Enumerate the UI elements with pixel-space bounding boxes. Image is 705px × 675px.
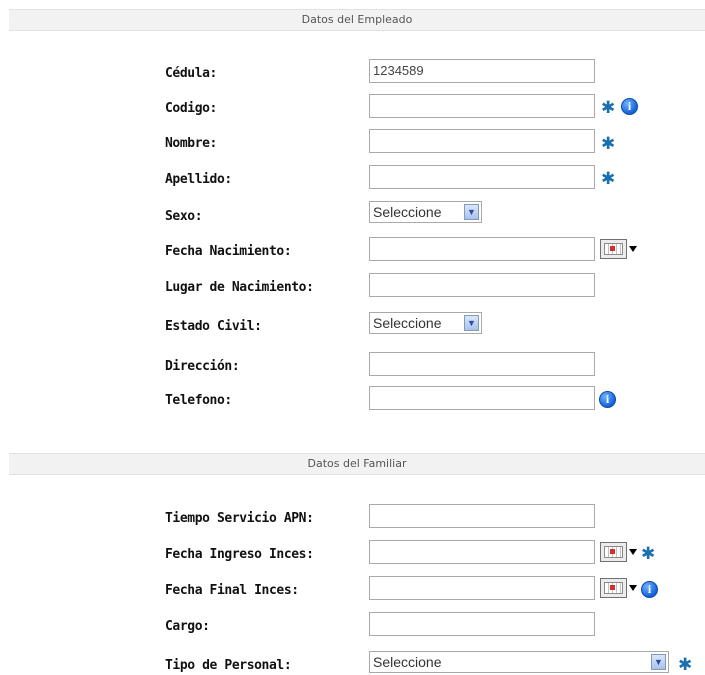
codigo-label: Codigo: — [165, 101, 217, 116]
sexo-label: Sexo: — [165, 209, 203, 224]
apellido-input[interactable] — [369, 165, 595, 189]
sexo-selected-value: Seleccione — [373, 204, 442, 220]
direccion-label: Dirección: — [165, 359, 240, 374]
info-icon[interactable]: i — [599, 391, 616, 408]
estado-civil-selected-value: Seleccione — [373, 315, 442, 331]
required-asterisk-icon: ✱ — [678, 655, 693, 675]
fecha-ingreso-label: Fecha Ingreso Inces: — [165, 547, 314, 562]
required-asterisk-icon: ✱ — [641, 544, 656, 564]
required-asterisk-icon: ✱ — [601, 169, 616, 189]
tipo-personal-label: Tipo de Personal: — [165, 658, 292, 673]
cargo-input[interactable] — [369, 612, 595, 636]
cedula-label: Cédula: — [165, 66, 217, 81]
required-asterisk-icon: ✱ — [601, 98, 616, 118]
fecha-nacimiento-label: Fecha Nacimiento: — [165, 244, 292, 259]
telefono-label: Telefono: — [165, 393, 232, 408]
fecha-final-input[interactable] — [369, 576, 595, 600]
codigo-input[interactable] — [369, 94, 595, 118]
estado-civil-label: Estado Civil: — [165, 319, 262, 334]
section-header-empleado: Datos del Empleado — [9, 9, 705, 31]
calendar-icon[interactable] — [600, 239, 638, 259]
chevron-down-icon[interactable]: ▼ — [464, 315, 479, 331]
estado-civil-select[interactable]: Seleccione ▼ — [369, 312, 482, 334]
info-icon[interactable]: i — [641, 581, 658, 598]
tiempo-servicio-input[interactable] — [369, 504, 595, 528]
section-header-familiar: Datos del Familiar — [9, 453, 705, 475]
fecha-nacimiento-input[interactable] — [369, 237, 595, 261]
cedula-input[interactable]: 1234589 — [369, 59, 595, 83]
required-asterisk-icon: ✱ — [601, 134, 616, 154]
apellido-label: Apellido: — [165, 172, 232, 187]
fecha-final-label: Fecha Final Inces: — [165, 583, 299, 598]
direccion-input[interactable] — [369, 352, 595, 376]
chevron-down-icon[interactable]: ▼ — [464, 204, 479, 220]
calendar-icon[interactable] — [600, 578, 638, 598]
nombre-input[interactable] — [369, 129, 595, 153]
calendar-icon[interactable] — [600, 542, 638, 562]
lugar-nacimiento-label: Lugar de Nacimiento: — [165, 280, 314, 295]
fecha-ingreso-input[interactable] — [369, 540, 595, 564]
tiempo-servicio-label: Tiempo Servicio APN: — [165, 511, 314, 526]
lugar-nacimiento-input[interactable] — [369, 273, 595, 297]
info-icon[interactable]: i — [621, 98, 638, 115]
cargo-label: Cargo: — [165, 619, 210, 634]
nombre-label: Nombre: — [165, 136, 217, 151]
sexo-select[interactable]: Seleccione ▼ — [369, 201, 482, 223]
tipo-personal-select[interactable]: Seleccione ▼ — [369, 651, 669, 673]
telefono-input[interactable] — [369, 386, 595, 410]
